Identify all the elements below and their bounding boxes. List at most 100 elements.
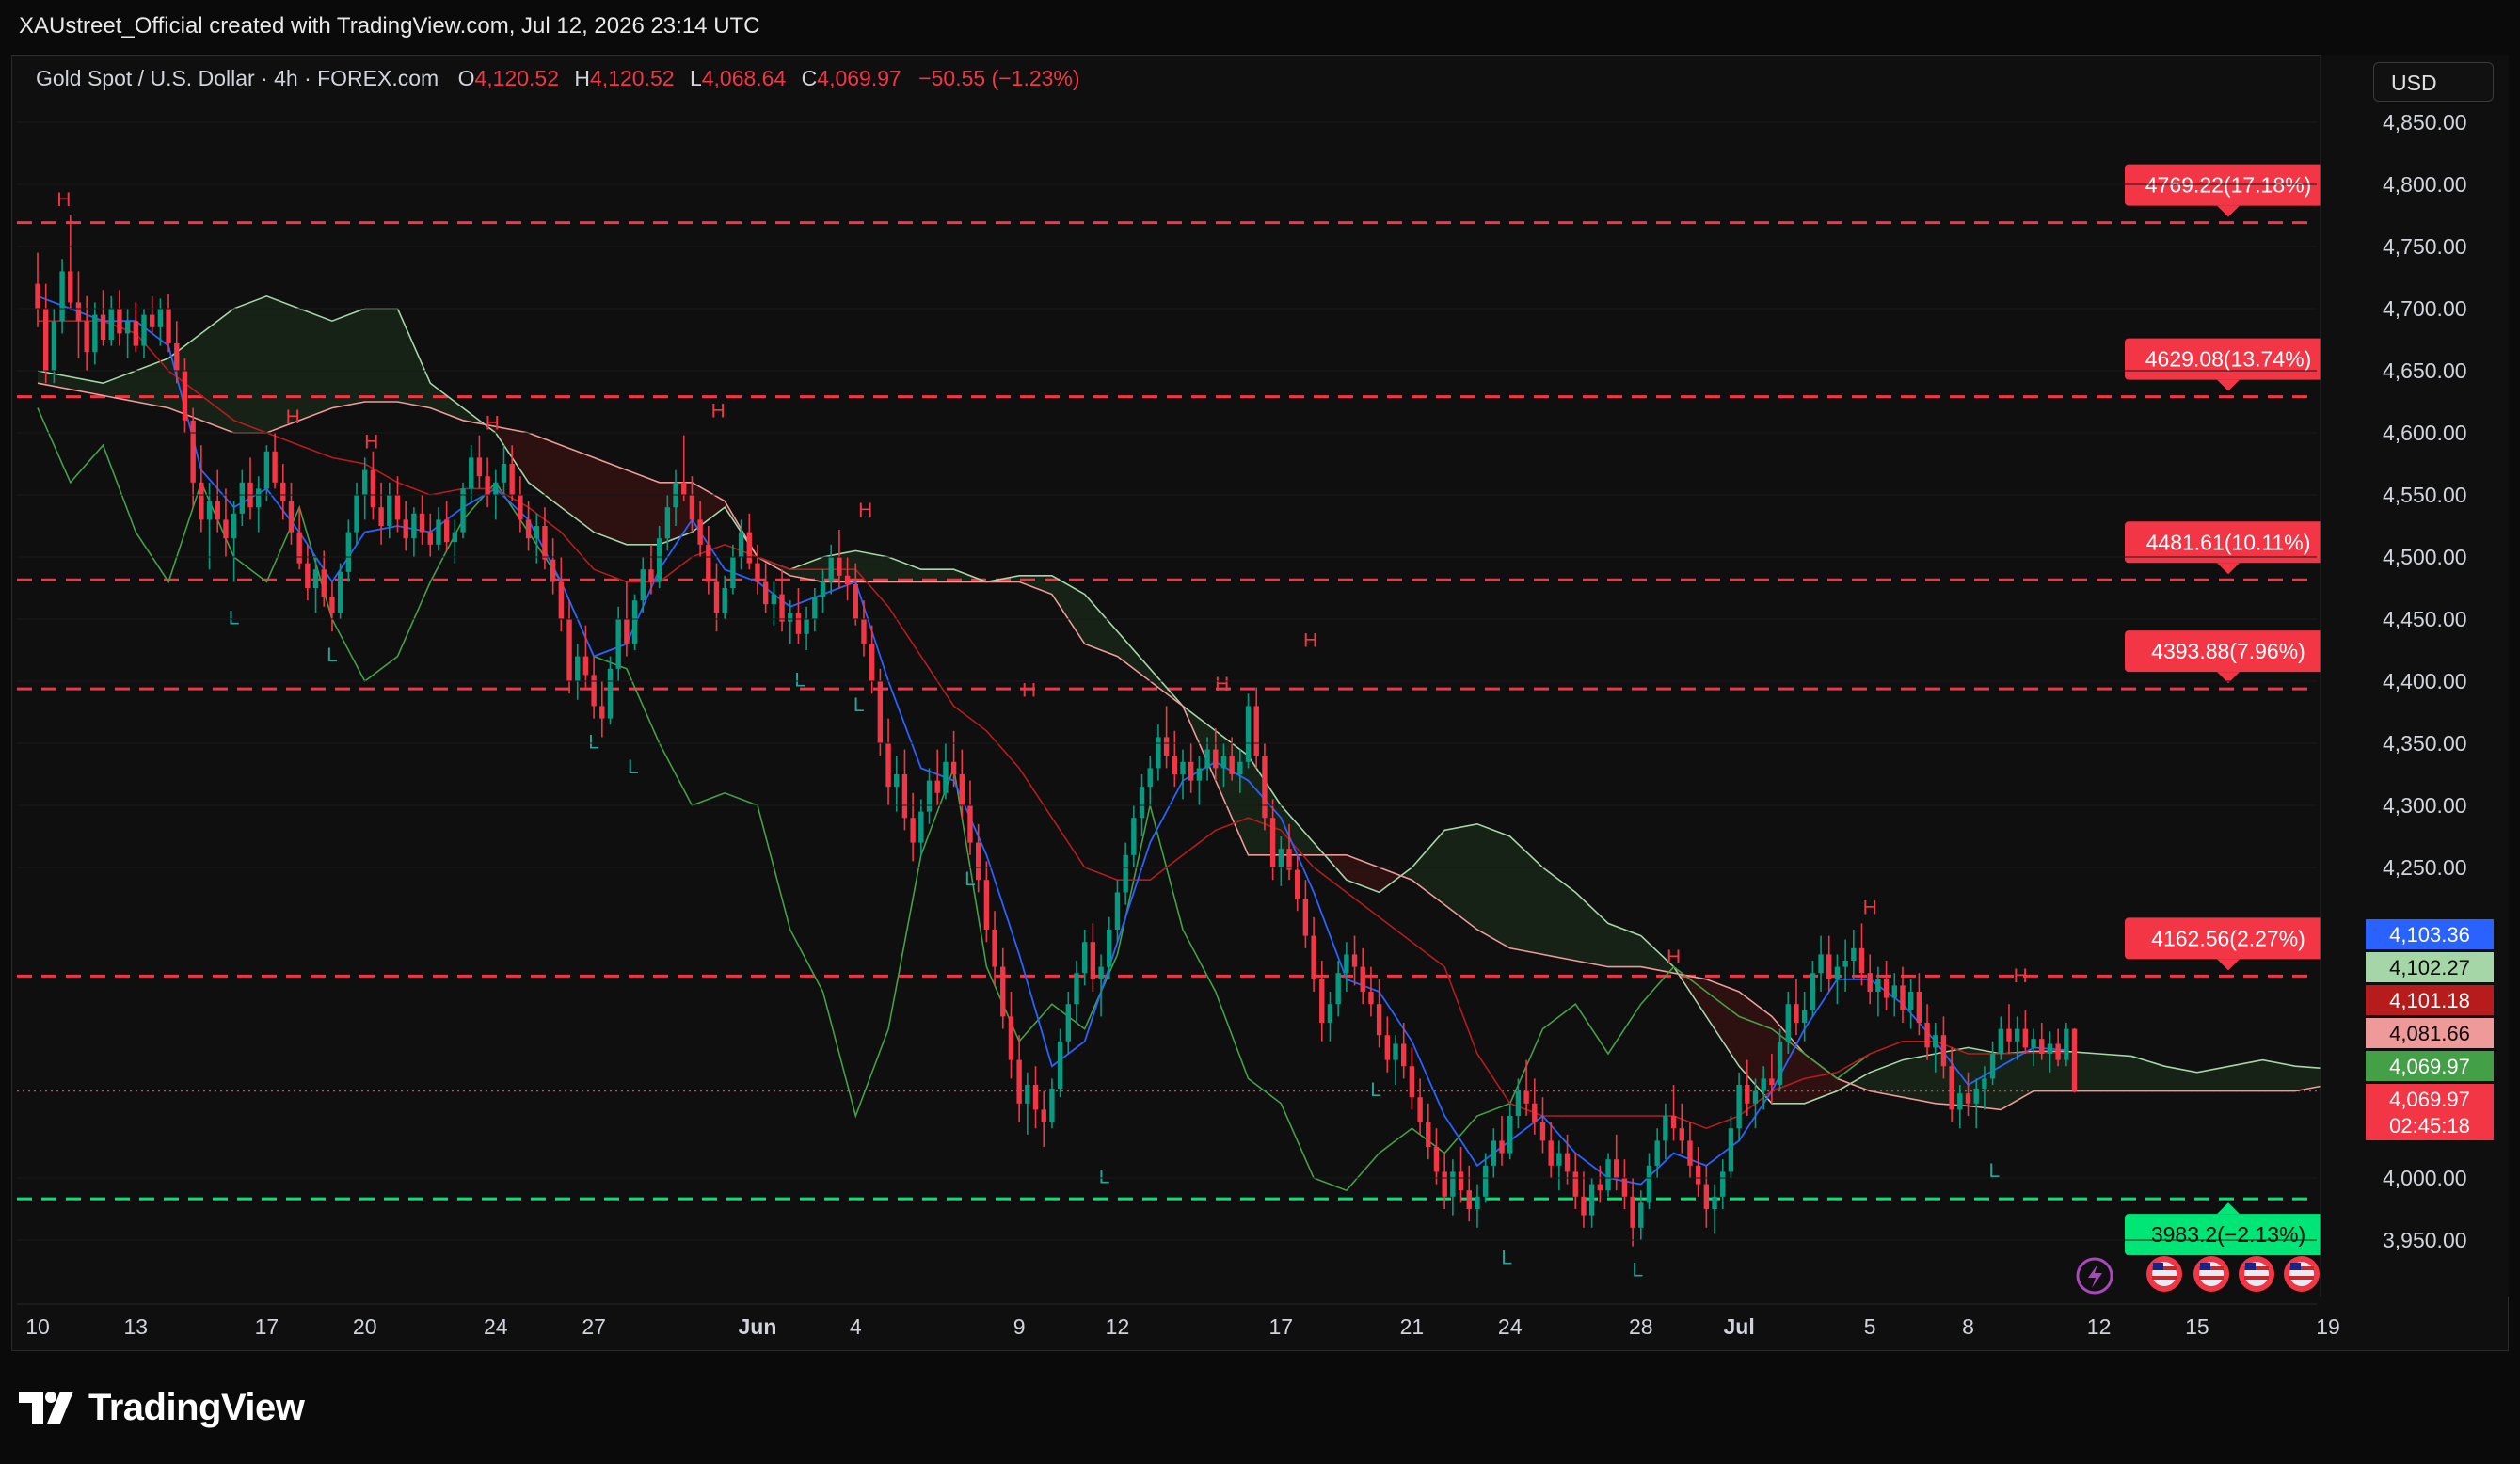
candle[interactable] bbox=[1663, 1103, 1668, 1160]
candle[interactable] bbox=[362, 457, 368, 520]
candle[interactable] bbox=[1924, 1004, 1930, 1060]
candle[interactable] bbox=[1614, 1134, 1619, 1191]
tradingview-logo[interactable]: TradingView bbox=[19, 1385, 305, 1430]
candle[interactable] bbox=[1057, 1028, 1063, 1098]
candle[interactable] bbox=[1670, 1085, 1677, 1141]
candle[interactable] bbox=[2064, 1023, 2069, 1067]
candle[interactable] bbox=[910, 792, 916, 862]
candle[interactable] bbox=[1131, 805, 1137, 867]
candle[interactable] bbox=[1188, 743, 1194, 793]
candle[interactable] bbox=[1548, 1122, 1554, 1178]
candle[interactable] bbox=[918, 799, 924, 855]
candle[interactable] bbox=[2071, 1027, 2078, 1093]
candle[interactable] bbox=[518, 476, 523, 533]
candle[interactable] bbox=[2022, 1010, 2029, 1054]
candle[interactable] bbox=[1572, 1153, 1578, 1209]
candle[interactable] bbox=[1720, 1159, 1726, 1209]
candle[interactable] bbox=[1450, 1159, 1456, 1216]
candle[interactable] bbox=[443, 501, 450, 551]
candle[interactable] bbox=[1712, 1184, 1717, 1234]
candle[interactable] bbox=[288, 482, 295, 545]
candle[interactable] bbox=[992, 911, 997, 986]
candle[interactable] bbox=[150, 295, 155, 334]
candle[interactable] bbox=[681, 435, 687, 501]
candle[interactable] bbox=[566, 600, 572, 694]
candle[interactable] bbox=[755, 544, 760, 595]
candle[interactable] bbox=[901, 749, 908, 831]
candle[interactable] bbox=[387, 482, 392, 539]
candle[interactable] bbox=[1253, 687, 1259, 769]
currency-button[interactable]: USD bbox=[2373, 62, 2494, 102]
candle[interactable] bbox=[1409, 1047, 1415, 1110]
candle[interactable] bbox=[1581, 1171, 1587, 1228]
candle[interactable] bbox=[1180, 749, 1186, 800]
candle[interactable] bbox=[1883, 961, 1890, 1010]
candle[interactable] bbox=[1090, 923, 1096, 992]
candle[interactable] bbox=[631, 594, 638, 650]
candle[interactable] bbox=[877, 668, 884, 756]
candle[interactable] bbox=[575, 644, 581, 700]
candle[interactable] bbox=[795, 588, 802, 644]
candle[interactable] bbox=[1679, 1103, 1684, 1154]
candle[interactable] bbox=[1351, 935, 1358, 986]
candle[interactable] bbox=[108, 295, 114, 346]
candle[interactable] bbox=[1196, 756, 1203, 805]
candle[interactable] bbox=[1907, 979, 1914, 1029]
candle[interactable] bbox=[1311, 916, 1316, 992]
candle[interactable] bbox=[378, 482, 384, 545]
candle[interactable] bbox=[1335, 961, 1341, 1017]
candle[interactable] bbox=[272, 433, 278, 489]
candle[interactable] bbox=[1989, 1041, 1996, 1085]
candle[interactable] bbox=[730, 544, 736, 595]
candle[interactable] bbox=[1842, 939, 1848, 992]
candle[interactable] bbox=[1433, 1128, 1440, 1185]
candle[interactable] bbox=[345, 519, 352, 582]
candle[interactable] bbox=[1016, 1035, 1022, 1122]
candle[interactable] bbox=[1475, 1184, 1480, 1228]
candle[interactable] bbox=[1025, 1072, 1030, 1135]
candle[interactable] bbox=[370, 451, 376, 520]
candle[interactable] bbox=[1319, 961, 1325, 1042]
candle[interactable] bbox=[312, 557, 319, 613]
candle[interactable] bbox=[485, 457, 490, 508]
candle[interactable] bbox=[1515, 1078, 1522, 1129]
candle[interactable] bbox=[1368, 966, 1374, 1017]
candle[interactable] bbox=[1556, 1140, 1562, 1191]
candle[interactable] bbox=[1245, 693, 1252, 769]
candle[interactable] bbox=[1851, 930, 1857, 979]
candle[interactable] bbox=[550, 538, 556, 595]
candle[interactable] bbox=[1507, 1103, 1513, 1160]
candle[interactable] bbox=[411, 507, 417, 557]
candle[interactable] bbox=[256, 476, 262, 533]
candle[interactable] bbox=[983, 861, 990, 943]
candle[interactable] bbox=[926, 768, 933, 824]
candle[interactable] bbox=[296, 507, 302, 570]
candle[interactable] bbox=[263, 445, 270, 501]
candle[interactable] bbox=[1032, 1066, 1039, 1129]
candle[interactable] bbox=[35, 252, 40, 327]
candle[interactable] bbox=[100, 290, 106, 346]
candle[interactable] bbox=[1810, 961, 1816, 1017]
candle[interactable] bbox=[828, 544, 834, 595]
price-chart[interactable]: 4769.22(17.18%) 4629.08(13.74%) 4481.61(10… bbox=[0, 0, 2520, 1351]
candle[interactable] bbox=[1172, 730, 1178, 788]
candle[interactable] bbox=[1262, 743, 1268, 831]
candle[interactable] bbox=[804, 606, 809, 650]
candle[interactable] bbox=[1327, 992, 1333, 1042]
candle[interactable] bbox=[1147, 756, 1153, 805]
candle[interactable] bbox=[1891, 973, 1897, 1017]
candle[interactable] bbox=[1302, 880, 1309, 948]
candle[interactable] bbox=[1687, 1122, 1693, 1178]
candle[interactable] bbox=[762, 563, 769, 613]
candle[interactable] bbox=[68, 215, 73, 309]
candle[interactable] bbox=[534, 513, 539, 564]
candle[interactable] bbox=[166, 294, 171, 353]
candle[interactable] bbox=[1458, 1147, 1464, 1203]
candle[interactable] bbox=[1384, 1016, 1391, 1073]
candle[interactable] bbox=[812, 588, 818, 632]
candle[interactable] bbox=[1818, 935, 1824, 992]
candle[interactable] bbox=[1466, 1165, 1472, 1222]
candle[interactable] bbox=[305, 544, 311, 601]
candle[interactable] bbox=[1605, 1153, 1611, 1197]
candle[interactable] bbox=[1041, 1090, 1046, 1147]
